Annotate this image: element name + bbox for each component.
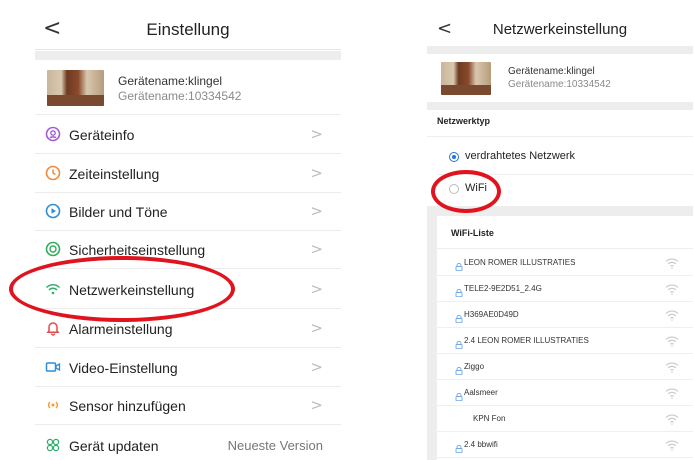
network-settings-screen: < Netzwerkeinstellung Gerätename:klingel…: [427, 0, 693, 460]
wifi-network-row[interactable]: Aalsmeer: [427, 380, 693, 406]
lock-icon: [455, 258, 463, 272]
play-circle-icon: [45, 203, 61, 219]
bell-icon: [45, 320, 61, 336]
menu-item-label: Sensor hinzufügen: [69, 398, 186, 414]
wifi-signal-icon: [665, 438, 679, 451]
wifi-network-row[interactable]: KPN Fon: [427, 406, 693, 432]
wifi-signal-icon: [665, 386, 679, 399]
network-type-label: Netzwerktyp: [437, 116, 491, 126]
wifi-network-row[interactable]: TELE2-9E2D51_2.4G: [427, 276, 693, 302]
wifi-ssid: KPN Fon: [473, 414, 506, 423]
menu-item-label: Sicherheitseinstellung: [69, 242, 206, 258]
menu-item-alarmeinstellung[interactable]: Alarmeinstellung >: [35, 309, 341, 348]
device-id: Gerätename:10334542: [508, 79, 611, 90]
wifi-list-panel: WiFi-Liste LEON ROMER ILLUSTRATIES TELE2-…: [427, 216, 693, 460]
wifi-ssid: 2.4 bbwifi: [464, 440, 498, 449]
divider: [427, 46, 693, 54]
lock-icon: [455, 440, 463, 454]
security-icon: [45, 241, 61, 257]
chevron-right-icon: >: [310, 164, 323, 182]
menu-item-ger-teinfo[interactable]: Geräteinfo >: [35, 115, 341, 154]
header: < Netzwerkeinstellung: [427, 10, 693, 50]
menu-item-sensor-hinzuf-gen[interactable]: Sensor hinzufügen >: [35, 386, 341, 425]
radio-unselected-icon[interactable]: [449, 184, 459, 194]
divider: [427, 136, 693, 137]
chevron-right-icon: >: [310, 280, 323, 298]
clock-icon: [45, 165, 61, 181]
chevron-right-icon: >: [310, 125, 323, 143]
wifi-ssid: TELE2-9E2D51_2.4G: [464, 284, 542, 293]
device-thumbnail: [47, 70, 104, 106]
device-card[interactable]: Gerätename:klingel Gerätename:10334542: [35, 60, 341, 114]
wifi-list: LEON ROMER ILLUSTRATIES TELE2-9E2D51_2.4G…: [427, 250, 693, 460]
lock-icon: [455, 310, 463, 324]
wifi-signal-icon: [665, 412, 679, 425]
header: < Einstellung: [35, 10, 341, 50]
menu-item-zeiteinstellung[interactable]: Zeiteinstellung >: [35, 154, 341, 193]
device-name: Gerätename:klingel: [118, 74, 223, 88]
wifi-network-row[interactable]: LEON ROMER ILLUSTRATIES: [427, 250, 693, 276]
chevron-right-icon: >: [310, 319, 323, 337]
menu-item-label: Gerät updaten: [69, 438, 159, 454]
lock-icon: [455, 362, 463, 376]
lock-icon: [455, 336, 463, 350]
divider: [437, 248, 693, 249]
page-title: Einstellung: [146, 20, 230, 39]
option-wifi[interactable]: WiFi: [427, 172, 693, 206]
chevron-right-icon: >: [310, 202, 323, 220]
update-icon: [45, 437, 61, 453]
menu-item-netzwerkeinstellung[interactable]: Netzwerkeinstellung >: [35, 270, 341, 309]
menu-item-label: Bilder und Töne: [69, 204, 168, 220]
option-wired-network[interactable]: verdrahtetes Netzwerk: [427, 140, 693, 175]
divider: [35, 51, 341, 60]
menu-item-label: Alarmeinstellung: [69, 321, 173, 337]
menu-item-label: Video-Einstellung: [69, 360, 178, 376]
page-title: Netzwerkeinstellung: [492, 21, 628, 38]
option-label: verdrahtetes Netzwerk: [465, 150, 576, 162]
settings-screen: < Einstellung Gerätename:klingel Geräten…: [35, 0, 341, 460]
info-circle-icon: [45, 126, 61, 142]
wifi-signal-icon: [665, 360, 679, 373]
lock-icon: [455, 388, 463, 402]
wifi-ssid: H369AE0D49D: [464, 310, 519, 319]
wifi-signal-icon: [665, 334, 679, 347]
divider: [427, 206, 693, 216]
wifi-signal-icon: [665, 256, 679, 269]
menu-item-label: Geräteinfo: [69, 127, 135, 143]
device-name: Gerätename:klingel: [508, 66, 595, 77]
wifi-list-label: WiFi-Liste: [451, 228, 494, 238]
wifi-ssid: 2.4 LEON ROMER ILLUSTRATIES: [464, 336, 589, 345]
chevron-right-icon: >: [310, 240, 323, 258]
lock-icon: [455, 284, 463, 298]
divider: [427, 102, 693, 110]
version-status: Neueste Version: [227, 438, 323, 453]
device-card[interactable]: Gerätename:klingel Gerätename:10334542: [427, 54, 693, 102]
option-label: WiFi: [465, 182, 487, 194]
menu-item-ger-t-updaten[interactable]: Gerät updaten Neueste Version: [35, 426, 341, 460]
wifi-signal-icon: [665, 308, 679, 321]
wifi-ssid: Ziggo: [464, 362, 485, 371]
chevron-right-icon: >: [310, 396, 323, 414]
menu-item-label: Netzwerkeinstellung: [69, 282, 195, 298]
wifi-icon: [45, 281, 61, 297]
menu-item-bilder-und-t-ne[interactable]: Bilder und Töne >: [35, 192, 341, 231]
wifi-ssid: Aalsmeer: [464, 388, 498, 397]
video-icon: [45, 359, 61, 375]
wifi-network-row[interactable]: 2.4 bbwifi: [427, 432, 693, 458]
wifi-network-row[interactable]: 2.4 LEON ROMER ILLUSTRATIES: [427, 328, 693, 354]
menu-item-video-einstellung[interactable]: Video-Einstellung >: [35, 348, 341, 387]
wifi-network-row[interactable]: H369AE0D49D: [427, 302, 693, 328]
wifi-signal-icon: [665, 282, 679, 295]
menu-item-sicherheitseinstellung[interactable]: Sicherheitseinstellung >: [35, 230, 341, 269]
device-id: Gerätename:10334542: [118, 89, 242, 103]
wifi-network-row[interactable]: Ziggo: [427, 354, 693, 380]
menu-item-label: Zeiteinstellung: [69, 166, 160, 182]
device-thumbnail: [441, 62, 491, 95]
radio-selected-icon[interactable]: [449, 152, 459, 162]
wifi-ssid: LEON ROMER ILLUSTRATIES: [464, 258, 576, 267]
chevron-right-icon: >: [310, 358, 323, 376]
sensor-icon: [45, 397, 61, 413]
